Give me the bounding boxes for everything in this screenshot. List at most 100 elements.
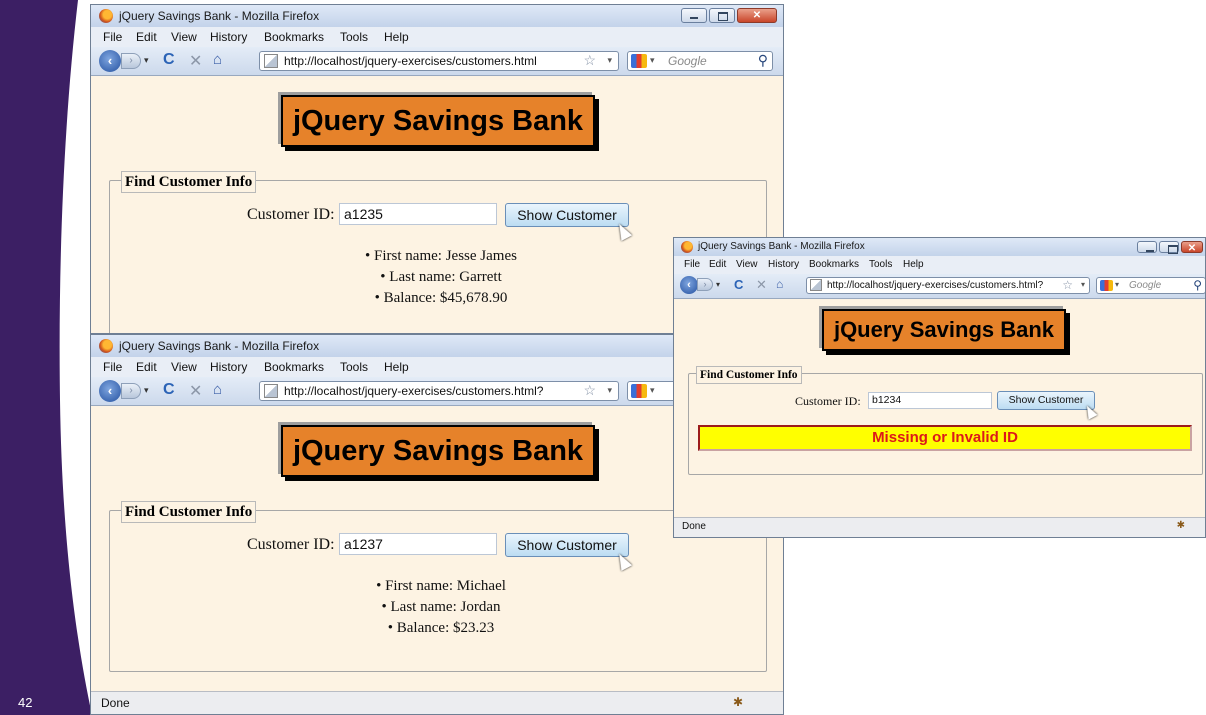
menu-bookmarks[interactable]: Bookmarks bbox=[264, 30, 324, 44]
search-bar[interactable]: ▾ Google ⚲ bbox=[627, 51, 773, 71]
customer-id-label: Customer ID: bbox=[795, 394, 861, 408]
menu-bar: File Edit View History Bookmarks Tools H… bbox=[674, 256, 1205, 274]
menu-view[interactable]: View bbox=[736, 259, 758, 270]
menu-view[interactable]: View bbox=[171, 360, 197, 374]
customer-id-input[interactable]: a1235 bbox=[339, 203, 497, 225]
forward-arrow-icon[interactable]: › bbox=[121, 383, 141, 399]
stop-icon[interactable]: ✕ bbox=[189, 51, 202, 71]
url-dropdown-icon[interactable]: ▾ bbox=[607, 55, 612, 66]
search-engine-dropdown-icon[interactable]: ▾ bbox=[650, 385, 655, 396]
menu-file[interactable]: File bbox=[103, 30, 122, 44]
stop-icon[interactable]: ✕ bbox=[756, 277, 767, 293]
address-bar[interactable]: http://localhost/jquery-exercises/custom… bbox=[259, 381, 619, 401]
menu-edit[interactable]: Edit bbox=[136, 360, 157, 374]
fieldset-legend: Find Customer Info bbox=[121, 171, 257, 193]
minimize-button[interactable] bbox=[681, 8, 707, 23]
menu-history[interactable]: History bbox=[210, 30, 247, 44]
last-name-item: Last name: Jordan bbox=[291, 597, 591, 618]
fieldset-legend: Find Customer Info bbox=[696, 366, 802, 384]
bookmark-star-icon[interactable]: ☆ bbox=[1062, 278, 1073, 292]
bookmark-star-icon[interactable]: ☆ bbox=[583, 52, 596, 69]
firebug-icon[interactable]: ✱ bbox=[1177, 520, 1185, 531]
url-text: http://localhost/jquery-exercises/custom… bbox=[827, 280, 1044, 291]
reload-icon[interactable]: C bbox=[163, 51, 175, 69]
back-arrow-icon[interactable]: ‹ bbox=[680, 276, 698, 294]
maximize-button[interactable] bbox=[1159, 241, 1179, 254]
menu-help[interactable]: Help bbox=[903, 259, 924, 270]
history-dropdown-icon[interactable]: ▾ bbox=[144, 385, 149, 396]
url-text: http://localhost/jquery-exercises/custom… bbox=[284, 384, 544, 398]
menu-help[interactable]: Help bbox=[384, 360, 409, 374]
show-customer-button[interactable]: Show Customer bbox=[997, 391, 1095, 410]
address-bar[interactable]: http://localhost/jquery-exercises/custom… bbox=[259, 51, 619, 71]
address-bar[interactable]: http://localhost/jquery-exercises/custom… bbox=[806, 277, 1090, 294]
close-button[interactable] bbox=[1181, 241, 1203, 255]
title-bar: jQuery Savings Bank - Mozilla Firefox bbox=[674, 238, 1205, 256]
show-customer-button[interactable]: Show Customer bbox=[505, 533, 629, 557]
status-text: Done bbox=[101, 696, 130, 710]
menu-file[interactable]: File bbox=[103, 360, 122, 374]
firefox-icon bbox=[99, 339, 113, 353]
search-engine-dropdown-icon[interactable]: ▾ bbox=[650, 55, 655, 66]
google-search-engine-icon[interactable] bbox=[1100, 280, 1113, 291]
back-arrow-icon[interactable]: ‹ bbox=[99, 380, 121, 402]
bank-banner: jQuery Savings Bank bbox=[281, 95, 595, 147]
close-button[interactable] bbox=[737, 8, 777, 23]
menu-view[interactable]: View bbox=[171, 30, 197, 44]
first-name-item: First name: Michael bbox=[291, 576, 591, 597]
maximize-button[interactable] bbox=[709, 8, 735, 23]
menu-tools[interactable]: Tools bbox=[340, 30, 368, 44]
menu-file[interactable]: File bbox=[684, 259, 700, 270]
search-magnifier-icon[interactable]: ⚲ bbox=[758, 52, 768, 69]
forward-arrow-icon[interactable]: › bbox=[697, 278, 713, 291]
menu-tools[interactable]: Tools bbox=[869, 259, 892, 270]
status-text: Done bbox=[682, 521, 706, 532]
slide-accent-bar bbox=[0, 0, 92, 715]
home-icon[interactable]: ⌂ bbox=[776, 277, 783, 291]
google-search-engine-icon[interactable] bbox=[631, 384, 647, 398]
show-customer-button[interactable]: Show Customer bbox=[505, 203, 629, 227]
menu-bookmarks[interactable]: Bookmarks bbox=[809, 259, 859, 270]
forward-arrow-icon[interactable]: › bbox=[121, 53, 141, 69]
google-search-engine-icon[interactable] bbox=[631, 54, 647, 68]
bookmark-star-icon[interactable]: ☆ bbox=[583, 382, 596, 399]
menu-help[interactable]: Help bbox=[384, 30, 409, 44]
balance-item: Balance: $23.23 bbox=[291, 618, 591, 639]
home-icon[interactable]: ⌂ bbox=[213, 381, 222, 398]
back-arrow-icon[interactable]: ‹ bbox=[99, 50, 121, 72]
url-dropdown-icon[interactable]: ▾ bbox=[607, 385, 612, 396]
search-bar[interactable]: ▾ Google ⚲ bbox=[1096, 277, 1205, 294]
history-dropdown-icon[interactable]: ▾ bbox=[716, 280, 720, 289]
search-magnifier-icon[interactable]: ⚲ bbox=[1193, 278, 1202, 292]
menu-history[interactable]: History bbox=[768, 259, 799, 270]
navigation-toolbar: ‹ › ▾ C ✕ ⌂ http://localhost/jquery-exer… bbox=[91, 47, 783, 76]
customer-info-fieldset bbox=[688, 373, 1203, 475]
error-message: Missing or Invalid ID bbox=[698, 425, 1192, 451]
menu-edit[interactable]: Edit bbox=[709, 259, 726, 270]
window-title: jQuery Savings Bank - Mozilla Firefox bbox=[698, 241, 865, 252]
menu-history[interactable]: History bbox=[210, 360, 247, 374]
url-dropdown-icon[interactable]: ▾ bbox=[1081, 280, 1085, 289]
history-dropdown-icon[interactable]: ▾ bbox=[144, 55, 149, 66]
search-engine-dropdown-icon[interactable]: ▾ bbox=[1115, 280, 1119, 289]
firebug-icon[interactable]: ✱ bbox=[733, 695, 743, 709]
menu-tools[interactable]: Tools bbox=[340, 360, 368, 374]
stop-icon[interactable]: ✕ bbox=[189, 381, 202, 401]
customer-info-list: First name: Michael Last name: Jordan Ba… bbox=[291, 576, 591, 639]
customer-id-label: Customer ID: bbox=[247, 206, 335, 223]
customer-id-input[interactable]: a1237 bbox=[339, 533, 497, 555]
home-icon[interactable]: ⌂ bbox=[213, 51, 222, 68]
fieldset-legend: Find Customer Info bbox=[121, 501, 257, 523]
page-favicon-icon bbox=[810, 279, 822, 291]
reload-icon[interactable]: C bbox=[734, 277, 743, 292]
firefox-icon bbox=[99, 9, 113, 23]
menu-edit[interactable]: Edit bbox=[136, 30, 157, 44]
page-content: jQuery Savings Bank Find Customer Info C… bbox=[674, 299, 1205, 537]
customer-id-input[interactable]: b1234 bbox=[868, 392, 992, 409]
page-favicon-icon bbox=[264, 384, 278, 398]
url-text: http://localhost/jquery-exercises/custom… bbox=[284, 54, 537, 68]
window-title: jQuery Savings Bank - Mozilla Firefox bbox=[119, 9, 320, 23]
minimize-button[interactable] bbox=[1137, 241, 1157, 253]
reload-icon[interactable]: C bbox=[163, 381, 175, 399]
menu-bookmarks[interactable]: Bookmarks bbox=[264, 360, 324, 374]
